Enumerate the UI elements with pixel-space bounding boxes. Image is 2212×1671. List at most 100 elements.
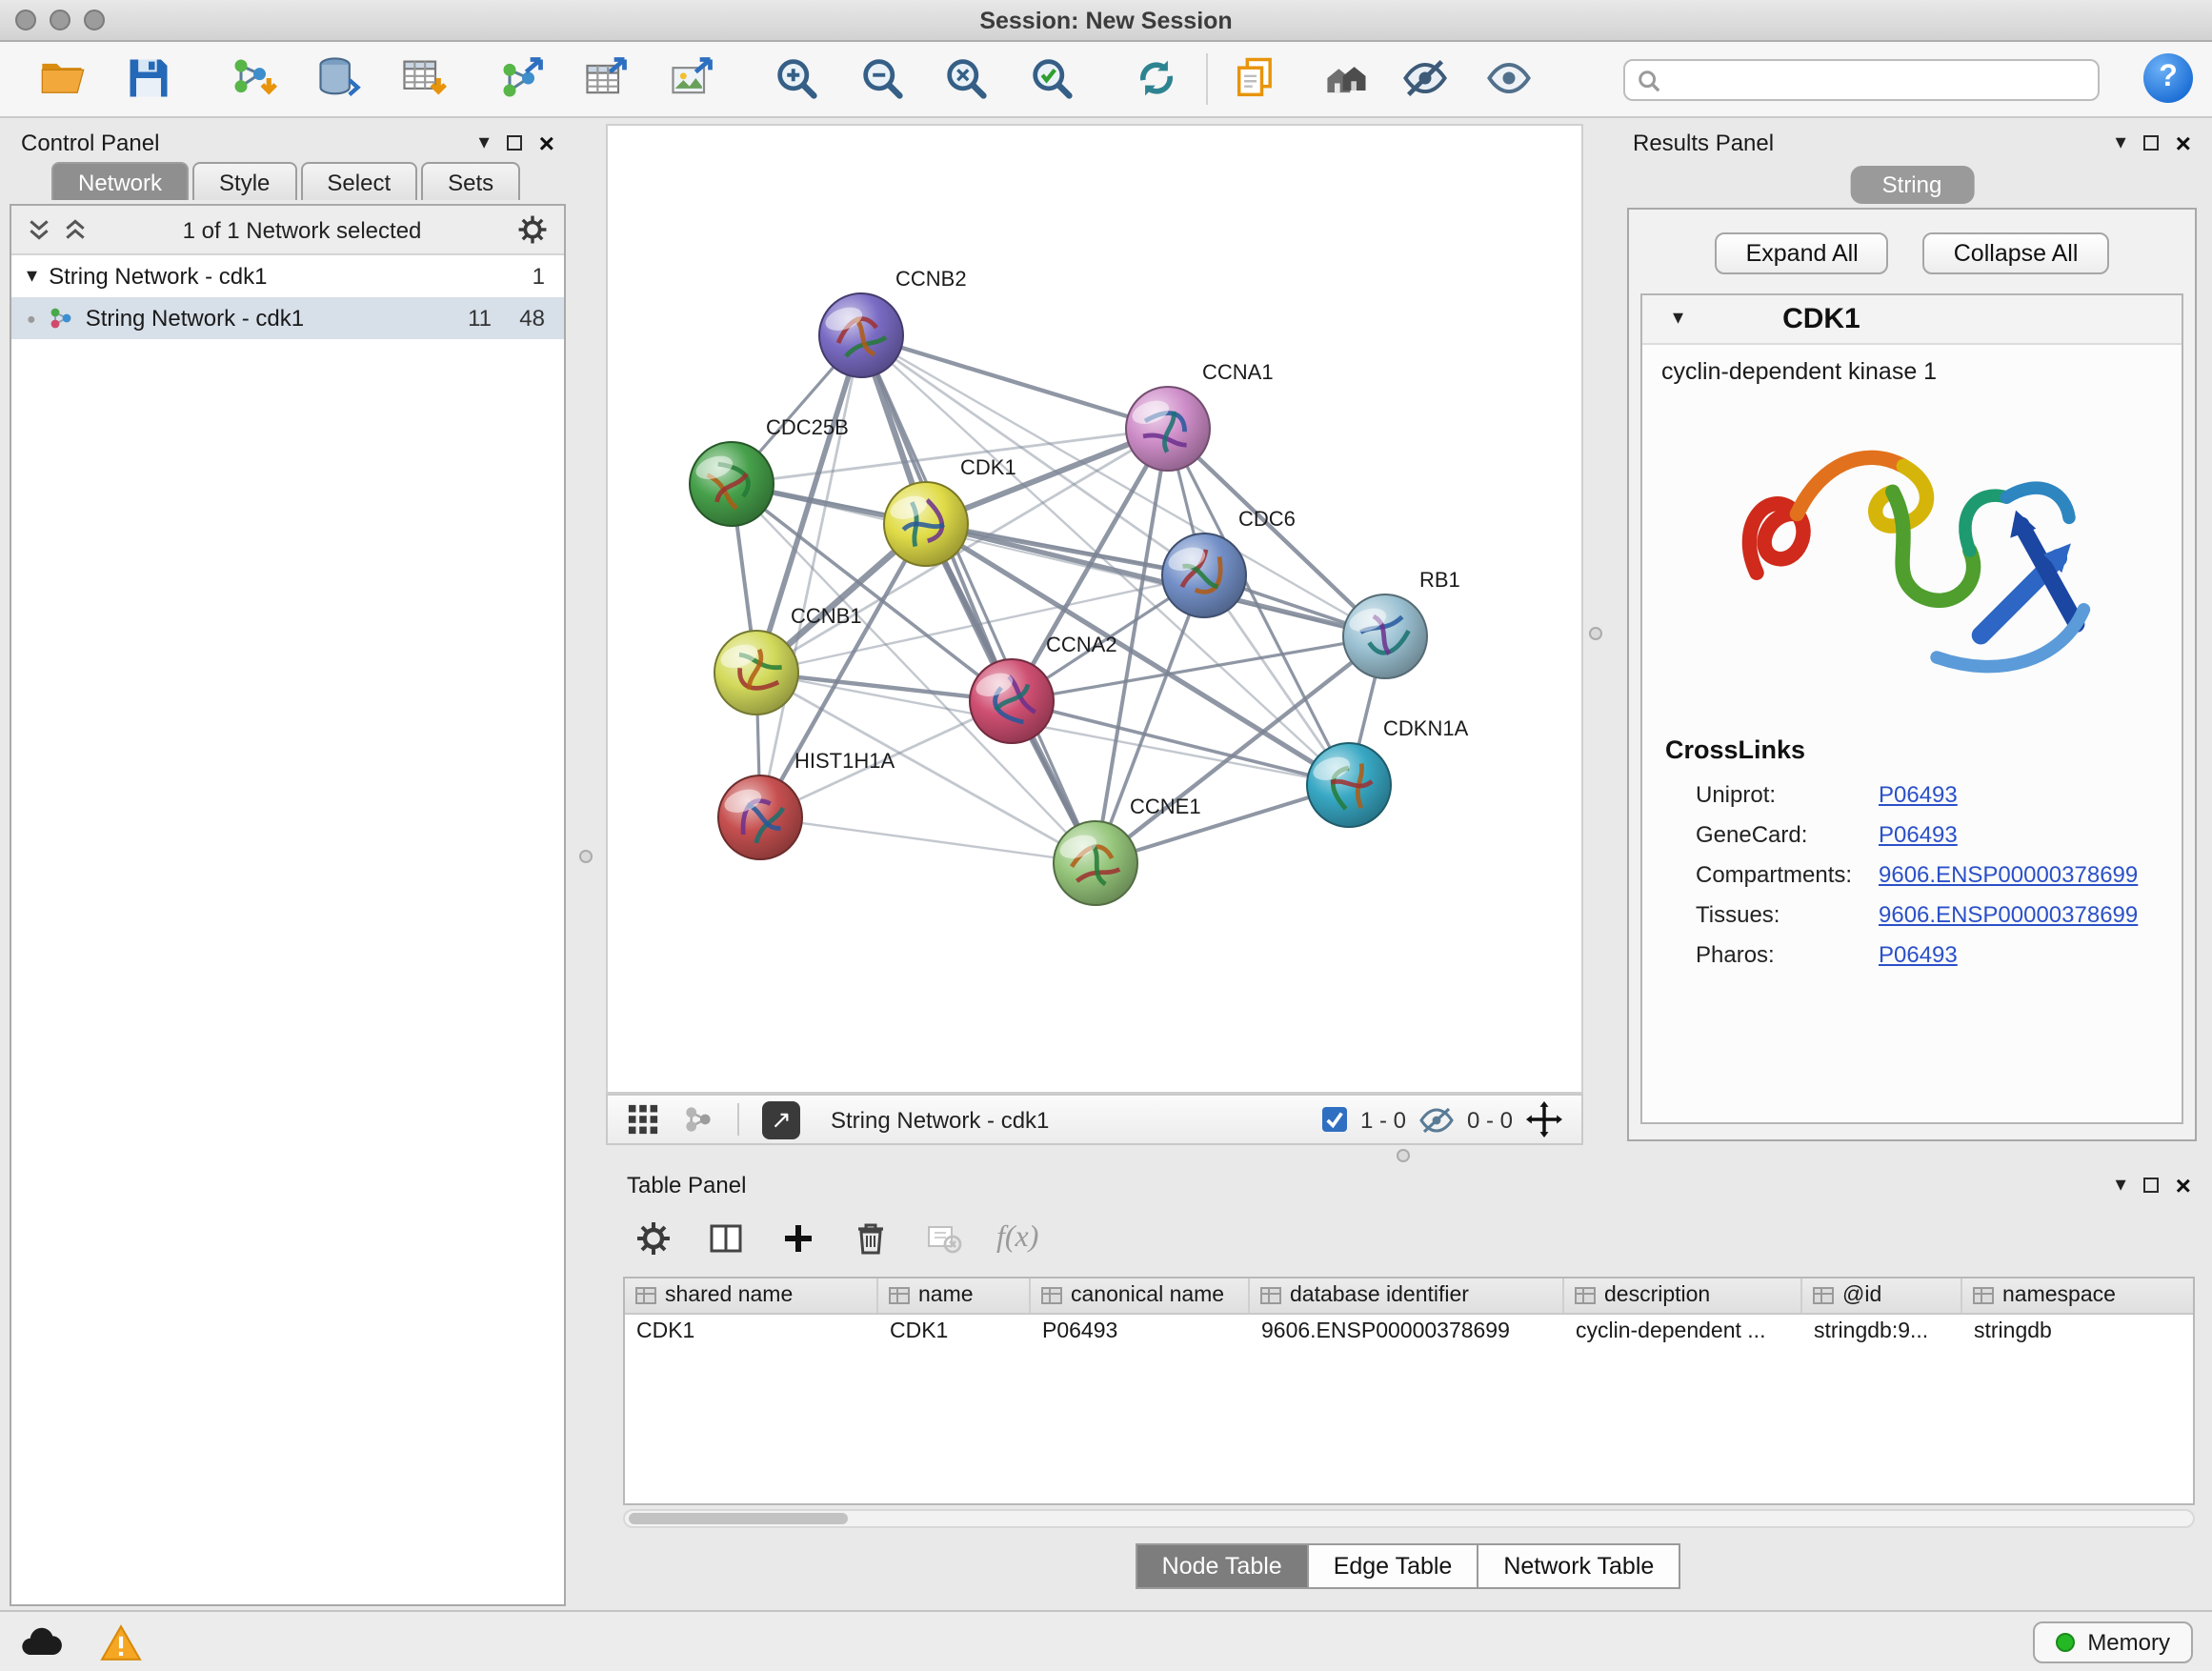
selected-counts-label: 1 - 0 xyxy=(1360,1106,1406,1133)
tab-style[interactable]: Style xyxy=(192,162,296,200)
function-builder-icon[interactable]: f(x) xyxy=(996,1221,1038,1256)
network-node-CDC6[interactable] xyxy=(1162,534,1246,617)
column-header[interactable]: description xyxy=(1564,1278,1802,1313)
column-header[interactable]: namespace xyxy=(1962,1278,2195,1313)
hidden-items-icon[interactable] xyxy=(1419,1106,1454,1133)
main-toolbar: ? xyxy=(0,42,2212,118)
bottom-splitter-handle[interactable] xyxy=(1397,1149,1410,1162)
node-label-CCNB1: CCNB1 xyxy=(791,604,862,628)
table-row[interactable]: CDK1 CDK1 P06493 9606.ENSP00000378699 cy… xyxy=(625,1315,2193,1349)
network-node-RB1[interactable] xyxy=(1343,594,1427,678)
column-header[interactable]: canonical name xyxy=(1031,1278,1250,1313)
control-panel-collapse-icon[interactable]: ▾ xyxy=(479,132,490,153)
network-collection-row[interactable]: ▾ String Network - cdk1 1 xyxy=(11,255,564,297)
protein-name: CDK1 xyxy=(1782,303,1860,335)
collapse-all-networks-icon[interactable] xyxy=(27,217,51,242)
control-panel-float-icon[interactable] xyxy=(507,135,522,151)
control-panel: Control Panel ▾ × Network Style Select S… xyxy=(10,124,566,1606)
delete-column-icon[interactable] xyxy=(852,1219,890,1258)
export-table-button[interactable] xyxy=(581,53,631,103)
cloud-icon[interactable] xyxy=(19,1621,65,1663)
node-label-CDKN1A: CDKN1A xyxy=(1383,716,1469,740)
tab-node-table[interactable]: Node Table xyxy=(1136,1543,1309,1589)
network-view-toolbar: ↗ String Network - cdk1 1 - 0 0 - 0 xyxy=(606,1094,1583,1145)
crosslink-link-pharos[interactable]: P06493 xyxy=(1879,940,1958,967)
network-node-CCNE1[interactable] xyxy=(1054,821,1137,905)
table-header-row: shared name name canonical name database… xyxy=(625,1278,2193,1315)
column-header[interactable]: name xyxy=(878,1278,1031,1313)
grid-view-icon[interactable] xyxy=(627,1103,659,1136)
network-canvas[interactable]: CCNB2CCNA1CDC25BCDK1CDC6RB1CCNB1CCNA2CDK… xyxy=(608,126,1581,1092)
results-panel-float-icon[interactable] xyxy=(2143,135,2159,151)
network-node-CDK1[interactable] xyxy=(884,482,968,566)
scrollbar-thumb[interactable] xyxy=(629,1513,848,1524)
help-button[interactable]: ? xyxy=(2143,53,2193,103)
network-node-CCNB1[interactable] xyxy=(714,631,798,715)
import-network-database-button[interactable] xyxy=(314,53,364,103)
table-panel-close-icon[interactable]: × xyxy=(2176,1172,2191,1198)
collection-expand-icon[interactable]: ▾ xyxy=(27,266,37,287)
crosslink-link-uniprot[interactable]: P06493 xyxy=(1879,780,1958,807)
zoom-out-button[interactable] xyxy=(857,53,907,103)
show-details-button[interactable] xyxy=(1484,53,1534,103)
search-input[interactable] xyxy=(1671,65,2086,95)
crosslink-link-compartments[interactable]: 9606.ENSP00000378699 xyxy=(1879,860,2138,887)
crosslink-link-genecard[interactable]: P06493 xyxy=(1879,820,1958,847)
import-table-file-button[interactable] xyxy=(398,53,448,103)
tab-network-table[interactable]: Network Table xyxy=(1477,1543,1680,1589)
right-splitter-handle[interactable] xyxy=(1589,627,1602,640)
add-column-icon[interactable] xyxy=(779,1219,817,1258)
network-node-CCNA1[interactable] xyxy=(1126,387,1210,471)
tab-select[interactable]: Select xyxy=(300,162,417,200)
hide-details-button[interactable] xyxy=(1400,53,1450,103)
zoom-selected-button[interactable] xyxy=(1027,53,1076,103)
network-options-gear-icon[interactable] xyxy=(516,213,549,246)
crosslink-link-tissues[interactable]: 9606.ENSP00000378699 xyxy=(1879,900,2138,927)
refresh-button[interactable] xyxy=(1132,53,1181,103)
network-node-CCNB2[interactable] xyxy=(819,293,903,377)
control-panel-close-icon[interactable]: × xyxy=(539,130,554,156)
select-columns-icon[interactable] xyxy=(707,1219,745,1258)
open-in-window-button[interactable]: ↗ xyxy=(762,1100,800,1138)
tab-sets[interactable]: Sets xyxy=(421,162,520,200)
table-options-gear-icon[interactable] xyxy=(634,1219,673,1258)
network-node-HIST1H1A[interactable] xyxy=(718,775,802,859)
memory-button[interactable]: Memory xyxy=(2032,1621,2193,1663)
zoom-fit-button[interactable] xyxy=(941,53,991,103)
results-panel-close-icon[interactable]: × xyxy=(2176,130,2191,156)
tab-edge-table[interactable]: Edge Table xyxy=(1307,1543,1479,1589)
open-session-button[interactable] xyxy=(38,53,88,103)
crosslink-label: Tissues: xyxy=(1696,900,1879,927)
table-panel-collapse-icon[interactable]: ▾ xyxy=(2116,1175,2126,1196)
protein-section-header[interactable]: ▾ CDK1 xyxy=(1642,295,2182,345)
network-row[interactable]: ● String Network - cdk1 11 48 xyxy=(11,297,564,339)
selected-nodes-checkbox-icon[interactable] xyxy=(1322,1107,1347,1132)
expand-all-button[interactable]: Expand All xyxy=(1716,232,1889,274)
horizontal-scrollbar[interactable] xyxy=(623,1509,2195,1528)
column-header[interactable]: @id xyxy=(1802,1278,1962,1313)
network-node-CDC25B[interactable] xyxy=(690,442,774,526)
export-network-button[interactable] xyxy=(497,53,547,103)
fit-content-icon[interactable] xyxy=(1526,1101,1562,1137)
column-header[interactable]: shared name xyxy=(625,1278,878,1313)
network-node-CDKN1A[interactable] xyxy=(1307,743,1391,827)
tab-string[interactable]: String xyxy=(1850,166,1975,204)
left-splitter-handle[interactable] xyxy=(579,850,593,863)
copy-document-button[interactable] xyxy=(1231,53,1280,103)
table-panel-float-icon[interactable] xyxy=(2143,1178,2159,1193)
expand-all-networks-icon[interactable] xyxy=(63,217,88,242)
section-collapse-icon[interactable]: ▾ xyxy=(1673,309,1683,330)
network-share-icon[interactable] xyxy=(682,1103,714,1136)
results-panel-collapse-icon[interactable]: ▾ xyxy=(2116,132,2126,153)
export-image-button[interactable] xyxy=(667,53,716,103)
save-session-button[interactable] xyxy=(124,53,173,103)
warning-icon[interactable] xyxy=(99,1621,143,1663)
tab-network[interactable]: Network xyxy=(51,162,189,200)
column-header[interactable]: database identifier xyxy=(1250,1278,1564,1313)
network-node-CCNA2[interactable] xyxy=(970,659,1054,743)
protein-description: cyclin-dependent kinase 1 xyxy=(1642,345,2182,389)
houses-button[interactable] xyxy=(1322,53,1372,103)
zoom-in-button[interactable] xyxy=(772,53,821,103)
import-network-file-button[interactable] xyxy=(229,53,278,103)
collapse-all-button[interactable]: Collapse All xyxy=(1923,232,2109,274)
